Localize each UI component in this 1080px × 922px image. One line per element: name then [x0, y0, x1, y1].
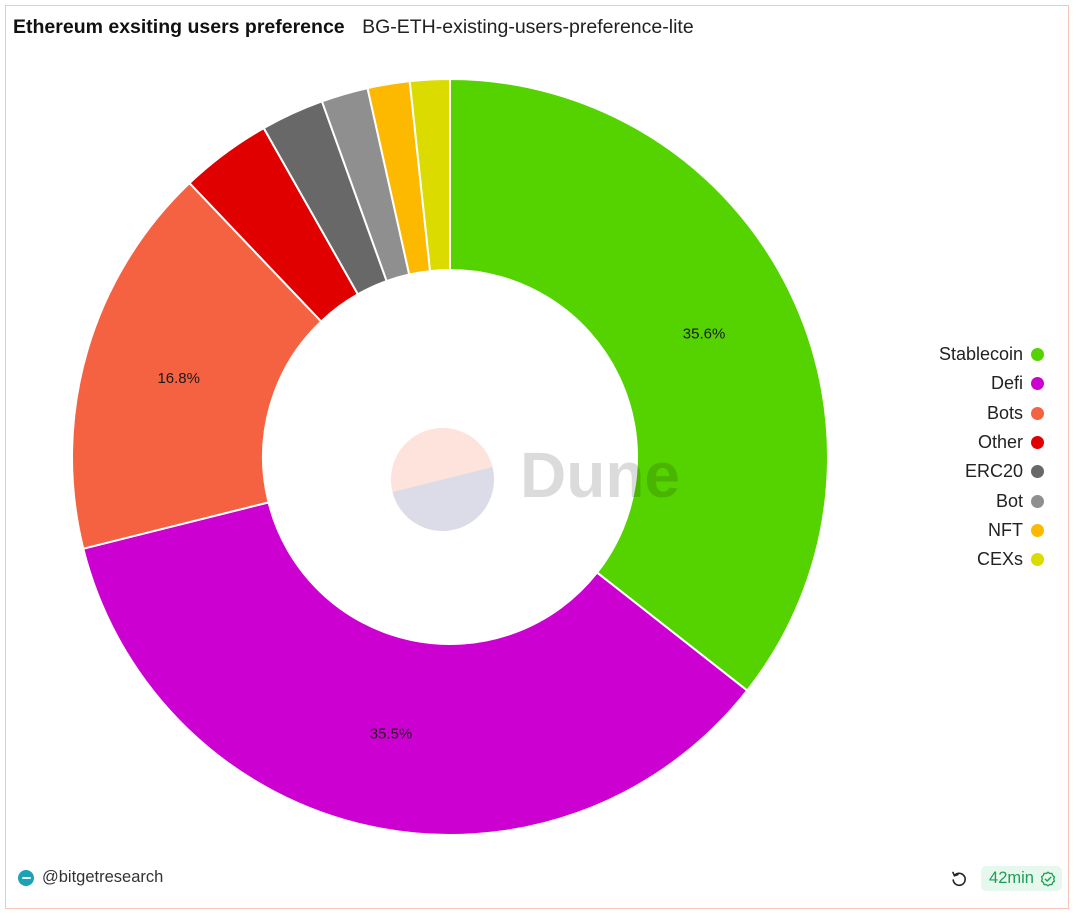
freshness-text: 42min [989, 869, 1034, 887]
legend-swatch [1031, 436, 1044, 450]
data-label-stablecoin: 35.6% [683, 326, 726, 343]
legend-label: Defi [990, 373, 1023, 394]
legend-item-nft[interactable]: NFT [939, 516, 1044, 545]
legend-label: Bots [986, 402, 1023, 423]
slice-stablecoin[interactable] [449, 77, 829, 692]
legend-item-erc20[interactable]: ERC20 [939, 457, 1044, 486]
verified-check-icon [1040, 871, 1056, 886]
legend-item-stablecoin[interactable]: Stablecoin [939, 340, 1044, 369]
legend-item-defi[interactable]: Defi [939, 369, 1044, 398]
legend-label: NFT [988, 519, 1023, 540]
footer-status: 42min [949, 866, 1062, 891]
legend-item-cexs[interactable]: CEXs [939, 545, 1044, 574]
author-handle[interactable]: @bitgetresearch [42, 868, 163, 887]
data-label-defi: 35.5% [370, 725, 413, 742]
legend-swatch [1031, 553, 1044, 567]
legend-swatch [1031, 523, 1044, 537]
legend-swatch [1031, 494, 1044, 508]
refresh-icon[interactable] [949, 869, 969, 889]
freshness-badge: 42min [981, 866, 1062, 891]
legend-item-other[interactable]: Other [939, 428, 1044, 457]
legend-item-bots[interactable]: Bots [939, 399, 1044, 428]
author-info[interactable]: @bitgetresearch [18, 868, 163, 887]
data-label-bots: 16.8% [157, 370, 200, 387]
watermark-text: Dune [520, 439, 680, 511]
author-avatar [18, 869, 34, 886]
legend-item-bot[interactable]: Bot [939, 486, 1044, 515]
legend-label: ERC20 [964, 461, 1023, 482]
chart-legend: Stablecoin Defi Bots Other ERC20 Bot NFT CEXs [939, 340, 1044, 574]
legend-label: Other [977, 432, 1023, 453]
legend-label: CEXs [976, 549, 1023, 570]
legend-swatch [1031, 348, 1044, 362]
donut-chart: Dune 35.6% 35.5% 16.8% [71, 77, 829, 836]
legend-label: Stablecoin [938, 344, 1023, 365]
legend-swatch [1031, 377, 1044, 391]
legend-label: Bot [995, 490, 1023, 511]
legend-swatch [1031, 465, 1044, 479]
legend-swatch [1031, 406, 1044, 420]
